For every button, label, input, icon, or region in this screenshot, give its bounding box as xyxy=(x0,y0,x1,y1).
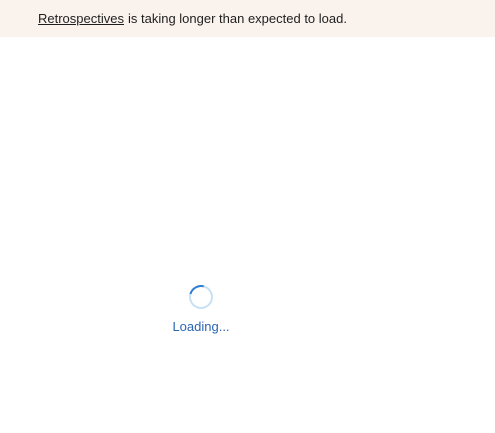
loading-spinner-icon xyxy=(184,280,218,314)
slow-load-message: is taking longer than expected to load. xyxy=(127,11,347,26)
slow-load-banner: Retrospectives is taking longer than exp… xyxy=(0,0,495,37)
loading-indicator: Loading... xyxy=(151,280,251,345)
loading-text: Loading... xyxy=(172,319,230,334)
retrospectives-link[interactable]: Retrospectives xyxy=(38,11,124,26)
